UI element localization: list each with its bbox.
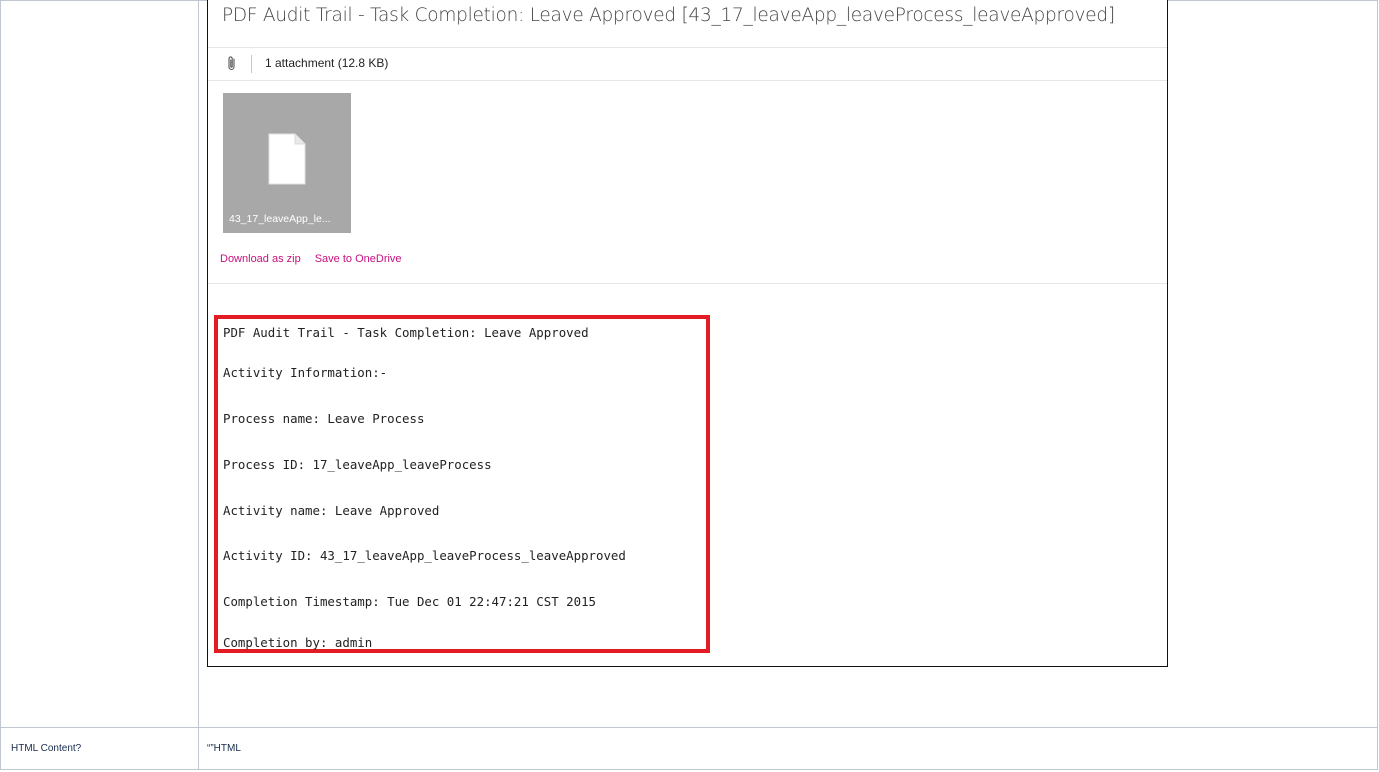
body-line: Activity name: Leave Approved [223,503,440,518]
table-row: HTML Content? “”HTML [0,727,1378,770]
body-line: Activity Information:- [223,365,388,380]
attachment-actions: Download as zip Save to OneDrive [220,253,402,265]
table-cell-empty [0,0,199,728]
paperclip-icon[interactable] [224,55,240,72]
email-screenshot: PDF Audit Trail - Task Completion: Leave… [207,0,1168,667]
attachment-count[interactable]: 1 attachment (12.8 KB) [265,56,388,70]
html-content-label: HTML Content? [0,727,199,770]
body-line: Completion by: admin [223,635,373,650]
body-line: PDF Audit Trail - Task Completion: Leave… [223,325,589,340]
document-icon [268,133,306,190]
attachment-thumbnail[interactable]: 43_17_leaveApp_le... [223,93,351,233]
attachment-filename: 43_17_leaveApp_le... [229,213,331,225]
email-subject: PDF Audit Trail - Task Completion: Leave… [222,5,1115,26]
save-onedrive-link[interactable]: Save to OneDrive [315,253,402,265]
html-content-value: “”HTML [198,727,1378,770]
divider [208,283,1167,284]
divider [251,55,252,73]
download-zip-link[interactable]: Download as zip [220,253,301,265]
body-line: Process ID: 17_leaveApp_leaveProcess [223,457,492,472]
body-line: Completion Timestamp: Tue Dec 01 22:47:2… [223,594,596,609]
body-line: Process name: Leave Process [223,411,425,426]
page: HTML Content? “”HTML PDF Audit Trail - T… [0,0,1379,772]
email-body-highlight: PDF Audit Trail - Task Completion: Leave… [214,315,710,653]
attachment-bar: 1 attachment (12.8 KB) [208,47,1167,81]
body-line: Activity ID: 43_17_leaveApp_leaveProcess… [223,548,626,563]
